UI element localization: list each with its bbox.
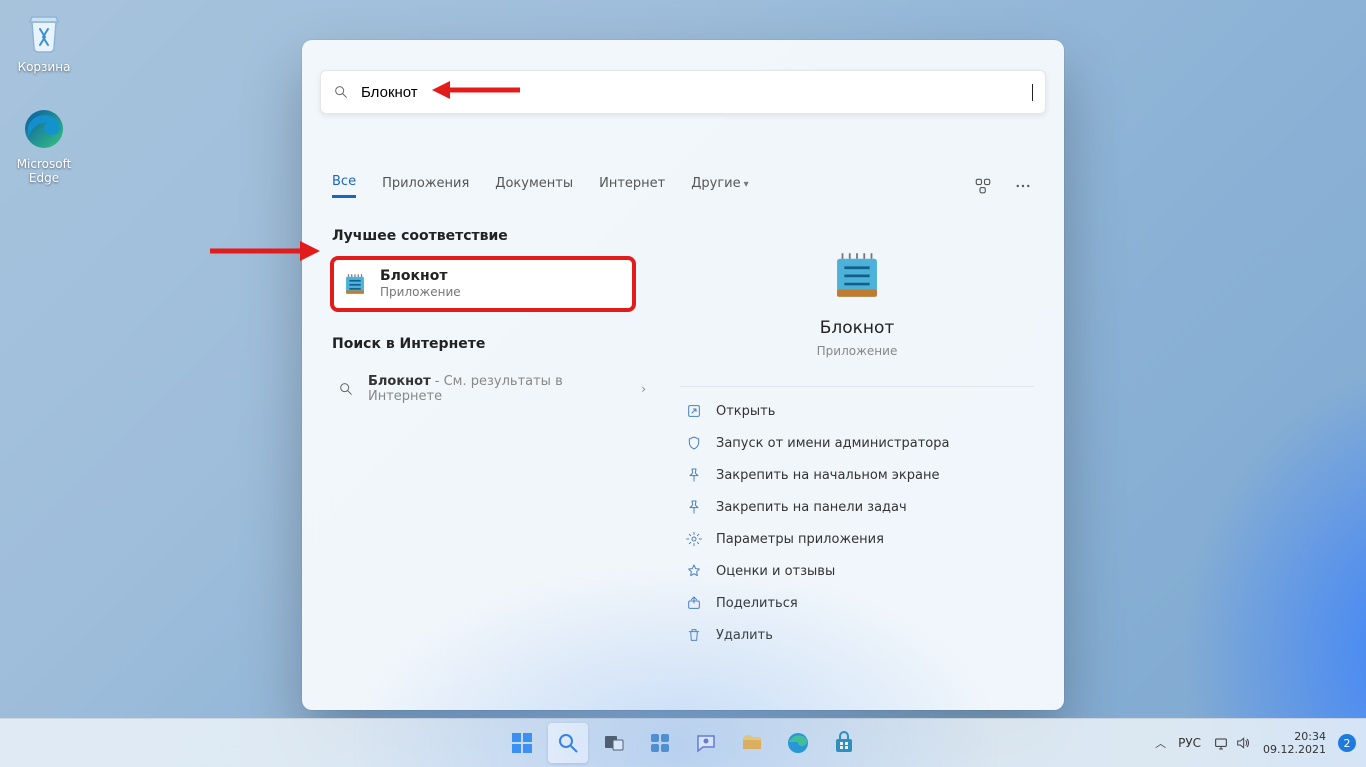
tab-internet[interactable]: Интернет (599, 176, 665, 197)
best-match-name: Блокнот (380, 268, 461, 285)
tab-all[interactable]: Все (332, 174, 356, 198)
search-input[interactable] (359, 83, 1031, 102)
action-label: Параметры приложения (716, 532, 884, 547)
recycle-bin-icon (20, 8, 68, 56)
detail-pane: Блокнот Приложение Открыть Запуск от име… (680, 228, 1034, 651)
desktop-icon-label: Корзина (5, 60, 83, 74)
task-view-icon (602, 731, 626, 755)
tab-apps[interactable]: Приложения (382, 176, 469, 197)
text-caret (1032, 84, 1033, 101)
open-icon (686, 403, 702, 419)
pin-icon (686, 467, 702, 483)
edge-icon (786, 731, 810, 755)
best-match-kind: Приложение (380, 285, 461, 300)
clock-time: 20:34 (1263, 730, 1326, 743)
windows-icon (510, 731, 534, 755)
task-view-button[interactable] (594, 723, 634, 763)
gear-icon (686, 531, 702, 547)
chat-button[interactable] (686, 723, 726, 763)
action-label: Оценки и отзывы (716, 564, 835, 579)
web-search-result[interactable]: Блокнот - См. результаты в Интернете › (332, 366, 652, 412)
web-search-text: Блокнот - См. результаты в Интернете (368, 374, 627, 404)
action-label: Закрепить на начальном экране (716, 468, 940, 483)
tab-more[interactable]: Другие▾ (691, 176, 748, 197)
clock[interactable]: 20:34 09.12.2021 (1263, 730, 1326, 756)
action-label: Закрепить на панели задач (716, 500, 907, 515)
action-label: Запуск от имени администратора (716, 436, 949, 451)
desktop-icon-recycle-bin[interactable]: Корзина (5, 8, 83, 74)
action-share[interactable]: Поделиться (680, 587, 1034, 619)
taskbar-center (502, 723, 864, 763)
search-box[interactable] (320, 70, 1046, 114)
filter-tabs: Все Приложения Документы Интернет Другие… (332, 168, 1034, 204)
edge-icon (20, 105, 68, 153)
file-explorer-button[interactable] (732, 723, 772, 763)
web-search-heading: Поиск в Интернете (332, 336, 652, 352)
search-icon (338, 381, 354, 397)
results-left-column: Лучшее соответствие Блокнот Приложение П… (332, 228, 652, 412)
ellipsis-icon (1014, 177, 1032, 195)
desktop-icon-edge[interactable]: Microsoft Edge (5, 105, 83, 185)
widgets-button[interactable] (640, 723, 680, 763)
desktop-icon-label: Microsoft (5, 157, 83, 171)
action-reviews[interactable]: Оценки и отзывы (680, 555, 1034, 587)
search-icon (556, 731, 580, 755)
action-run-as-admin[interactable]: Запуск от имени администратора (680, 427, 1034, 459)
widgets-icon (648, 731, 672, 755)
clock-date: 09.12.2021 (1263, 743, 1326, 756)
action-open[interactable]: Открыть (680, 395, 1034, 427)
store-icon (832, 731, 856, 755)
best-match-heading: Лучшее соответствие (332, 228, 652, 244)
action-pin-taskbar[interactable]: Закрепить на панели задач (680, 491, 1034, 523)
separator (680, 386, 1034, 387)
detail-kind: Приложение (680, 344, 1034, 358)
action-label: Открыть (716, 404, 775, 419)
action-pin-start[interactable]: Закрепить на начальном экране (680, 459, 1034, 491)
star-icon (686, 563, 702, 579)
share-icon (686, 595, 702, 611)
desktop-icon-label: Edge (5, 171, 83, 185)
action-label: Удалить (716, 628, 773, 643)
shield-icon (686, 435, 702, 451)
search-icon (333, 84, 349, 100)
notepad-icon (342, 271, 368, 297)
folder-icon (740, 731, 764, 755)
recent-searches-button[interactable] (972, 175, 994, 197)
chevron-down-icon: ▾ (744, 179, 749, 190)
taskbar-search-button[interactable] (548, 723, 588, 763)
trash-icon (686, 627, 702, 643)
tray-overflow-button[interactable]: ︿ (1155, 735, 1166, 751)
recent-icon (974, 177, 992, 195)
tab-documents[interactable]: Документы (495, 176, 573, 197)
chat-icon (694, 731, 718, 755)
volume-icon[interactable] (1235, 735, 1251, 751)
network-icon[interactable] (1213, 735, 1229, 751)
chevron-right-icon: › (641, 382, 646, 396)
action-app-settings[interactable]: Параметры приложения (680, 523, 1034, 555)
search-panel: Все Приложения Документы Интернет Другие… (302, 40, 1064, 710)
action-label: Поделиться (716, 596, 798, 611)
pin-icon (686, 499, 702, 515)
start-button[interactable] (502, 723, 542, 763)
input-language[interactable]: РУС (1178, 736, 1201, 750)
notepad-large-icon (828, 246, 886, 304)
taskbar-right: ︿ РУС 20:34 09.12.2021 2 (1155, 730, 1356, 756)
desktop: Корзина Microsoft Edge Все Приложения До… (0, 0, 1366, 767)
notification-badge[interactable]: 2 (1338, 734, 1356, 752)
best-match-result[interactable]: Блокнот Приложение (332, 258, 634, 310)
edge-button[interactable] (778, 723, 818, 763)
action-delete[interactable]: Удалить (680, 619, 1034, 651)
store-button[interactable] (824, 723, 864, 763)
taskbar: ︿ РУС 20:34 09.12.2021 2 (0, 718, 1366, 767)
more-options-button[interactable] (1012, 175, 1034, 197)
detail-title: Блокнот (680, 318, 1034, 338)
